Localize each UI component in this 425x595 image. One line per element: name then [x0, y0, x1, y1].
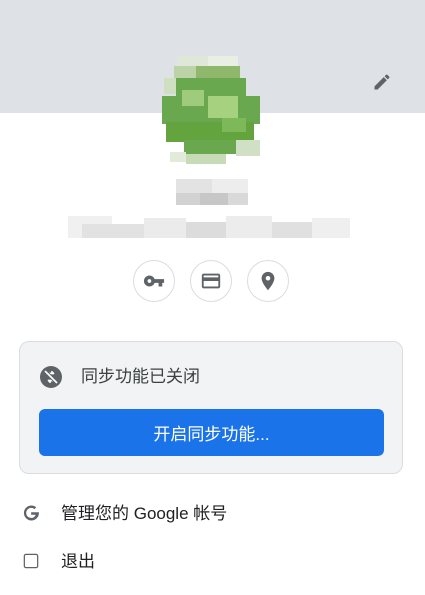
key-icon: [143, 275, 165, 287]
addresses-button[interactable]: [247, 260, 289, 302]
credit-card-icon: [201, 273, 221, 289]
sign-out-icon: [20, 550, 42, 572]
manage-google-account-item[interactable]: 管理您的 Google 帐号: [0, 494, 425, 534]
sign-out-item[interactable]: 退出: [0, 542, 425, 582]
passwords-button[interactable]: [133, 260, 175, 302]
sync-status-text: 同步功能已关闭: [81, 367, 200, 386]
sign-out-label: 退出: [61, 552, 95, 571]
payment-methods-button[interactable]: [190, 260, 232, 302]
google-g-icon: [20, 502, 42, 524]
avatar[interactable]: [162, 56, 262, 164]
turn-on-sync-button[interactable]: 开启同步功能...: [39, 409, 384, 456]
profile-name-blurred: [176, 179, 248, 207]
pencil-icon: [374, 74, 390, 90]
profile-email-blurred: [68, 212, 350, 240]
sync-card: 同步功能已关闭 开启同步功能...: [19, 341, 403, 474]
sync-off-icon: [40, 366, 62, 388]
location-pin-icon: [261, 271, 275, 291]
edit-profile-button[interactable]: [370, 70, 394, 94]
manage-google-account-label: 管理您的 Google 帐号: [61, 504, 228, 523]
